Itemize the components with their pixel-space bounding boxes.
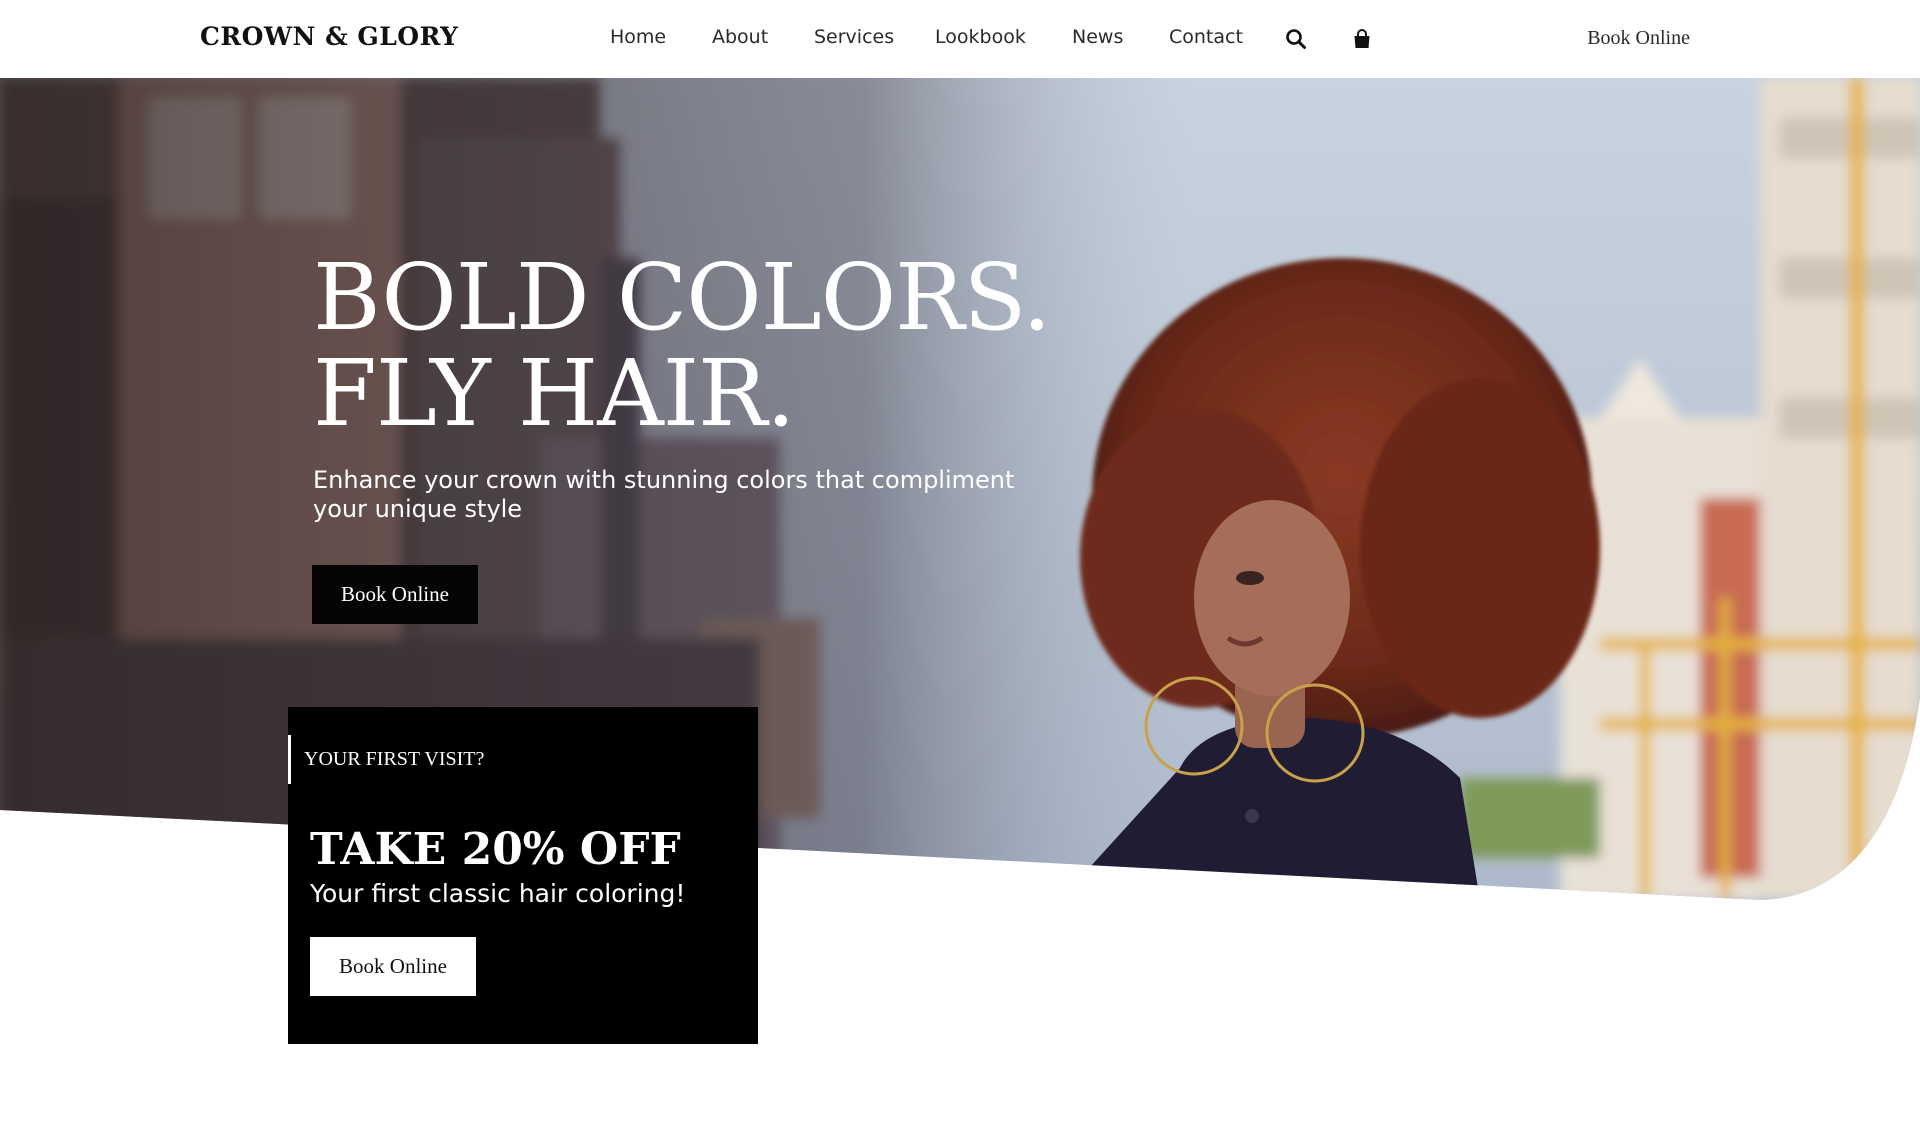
shopping-bag-icon[interactable] xyxy=(1351,28,1373,50)
hero-book-online-button[interactable]: Book Online xyxy=(312,565,478,624)
nav-item-lookbook[interactable]: Lookbook xyxy=(935,26,1026,48)
nav-item-home[interactable]: Home xyxy=(610,26,666,48)
nav-item-services[interactable]: Services xyxy=(814,26,894,48)
hero-title: BOLD COLORS. FLY HAIR. xyxy=(313,244,1051,447)
promo-description: Your first classic hair coloring! xyxy=(310,879,686,908)
hero-subtitle: Enhance your crown with stunning colors … xyxy=(313,466,1015,523)
site-header: CROWN & GLORY Home About Services Lookbo… xyxy=(0,0,1920,78)
hero-title-line-2: FLY HAIR. xyxy=(313,340,796,447)
brand-logo[interactable]: CROWN & GLORY xyxy=(200,22,458,51)
search-icon[interactable] xyxy=(1285,28,1307,50)
nav-item-about[interactable]: About xyxy=(712,26,768,48)
nav-item-contact[interactable]: Contact xyxy=(1169,26,1243,48)
first-visit-promo-card: YOUR FIRST VISIT? TAKE 20% OFF Your firs… xyxy=(288,707,758,1044)
promo-book-online-button[interactable]: Book Online xyxy=(310,937,476,996)
nav-item-news[interactable]: News xyxy=(1072,26,1123,48)
header-book-online-link[interactable]: Book Online xyxy=(1587,27,1690,50)
promo-kicker: YOUR FIRST VISIT? xyxy=(288,735,484,784)
hero-title-line-1: BOLD COLORS. xyxy=(313,244,1051,351)
promo-offer-heading: TAKE 20% OFF xyxy=(310,824,681,875)
